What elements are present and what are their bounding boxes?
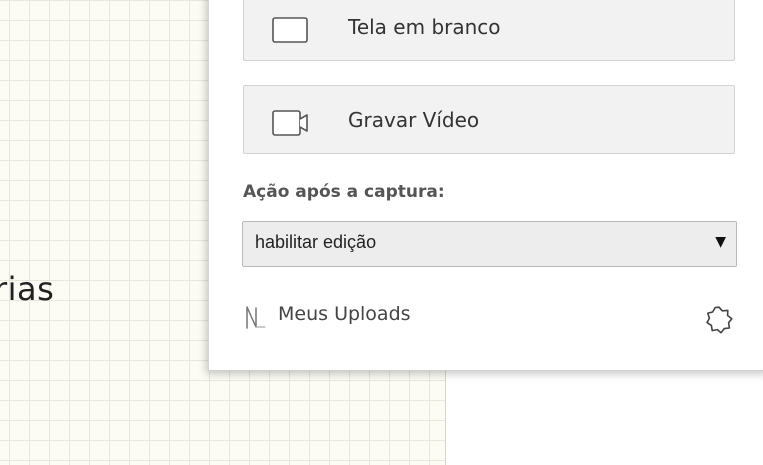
video-camera-icon bbox=[272, 110, 312, 140]
blank-screen-label: Tela em branco bbox=[348, 15, 501, 39]
after-capture-label: Ação após a captura: bbox=[243, 182, 445, 202]
record-video-label: Gravar Vídeo bbox=[348, 108, 480, 132]
record-video-button[interactable]: Gravar Vídeo bbox=[243, 85, 735, 154]
my-uploads-link[interactable]: Meus Uploads bbox=[243, 300, 453, 334]
blank-screen-icon bbox=[272, 17, 310, 47]
gear-icon bbox=[703, 306, 735, 340]
after-capture-selected-value: habilitar edição bbox=[255, 232, 377, 252]
background-partial-text: rias bbox=[0, 270, 55, 308]
after-capture-select[interactable]: habilitar edição ▼ bbox=[242, 221, 737, 267]
settings-button[interactable] bbox=[703, 304, 735, 336]
dropdown-arrow-icon: ▼ bbox=[715, 234, 726, 250]
blank-screen-button[interactable]: Tela em branco bbox=[243, 0, 735, 61]
my-uploads-label: Meus Uploads bbox=[278, 303, 411, 325]
uploads-logo-icon bbox=[243, 303, 269, 335]
